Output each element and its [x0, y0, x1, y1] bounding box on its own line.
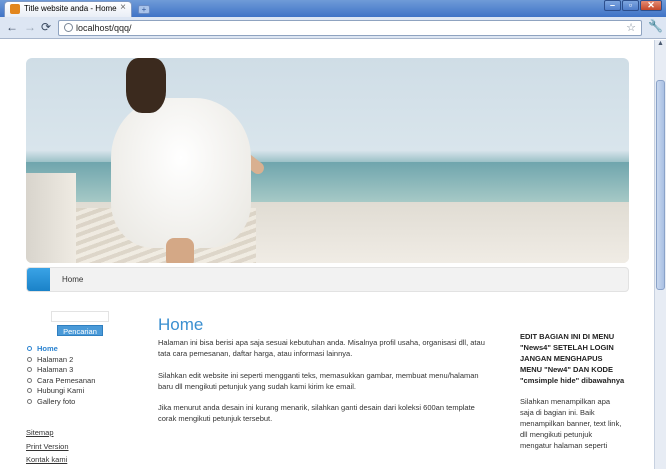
bullet-icon	[27, 356, 32, 362]
search-button[interactable]: Pencarian	[57, 325, 103, 336]
forward-arrow-icon[interactable]: →	[24, 20, 36, 34]
reload-icon[interactable]: ⟳	[41, 20, 51, 34]
content-paragraph: Silahkan edit website ini seperti mengga…	[158, 370, 479, 391]
bullet-icon	[27, 367, 32, 372]
browser-toolbar: ← → ⟳ localhost/qqq/ ☆	[0, 17, 666, 39]
page-title: Home	[158, 315, 204, 334]
breadcrumb: Home	[26, 267, 629, 292]
breadcrumb-home[interactable]: Home	[62, 275, 83, 284]
sidebar-item-label: Home	[37, 344, 58, 353]
main-content: Home Halaman ini bisa berisi apa saja se…	[158, 315, 488, 435]
sidebar-item-cara-pemesanan[interactable]: Cara Pemesanan	[26, 376, 95, 387]
search-input[interactable]	[51, 311, 109, 322]
banner-hair	[126, 58, 166, 113]
kontak-kami-link[interactable]: Kontak kami	[26, 455, 69, 469]
maximize-button[interactable]: ▫	[622, 0, 639, 11]
sidebar-menu: Home Halaman 2 Halaman 3 Cara Pemesanan …	[26, 344, 95, 407]
page-viewport: Home Pencarian Home Halaman 2 Halaman 3 …	[0, 40, 654, 469]
tab-close-icon[interactable]: ×	[120, 2, 126, 13]
sidebar-item-label: Halaman 3	[37, 365, 74, 374]
print-version-link[interactable]: Print Version	[26, 442, 69, 456]
banner-dress	[111, 98, 251, 248]
browser-tab[interactable]: Title website anda - Home ×	[4, 1, 132, 17]
favicon-icon	[10, 4, 20, 14]
breadcrumb-accent	[27, 268, 50, 291]
scrollbar-thumb[interactable]	[656, 80, 665, 290]
sidebar-item-home[interactable]: Home	[26, 344, 95, 355]
banner-wall	[26, 173, 76, 263]
bullet-icon	[27, 398, 32, 404]
scroll-up-icon[interactable]: ▲	[656, 40, 665, 50]
bookmark-star-icon[interactable]: ☆	[626, 21, 636, 34]
wrench-icon[interactable]: 🔧	[648, 19, 663, 33]
content-paragraph: Halaman ini bisa berisi apa saja sesuai …	[158, 338, 485, 358]
bullet-icon	[27, 346, 32, 351]
right-text: Silahkan menampilkan apa saja di bagian …	[520, 397, 622, 450]
sidebar-item-label: Halaman 2	[37, 354, 74, 364]
sidebar-item-hubungi-kami[interactable]: Hubungi Kami	[26, 386, 95, 397]
globe-icon	[64, 23, 73, 32]
right-column: EDIT BAGIAN INI DI MENU "News4" SETELAH …	[520, 331, 625, 451]
sidebar-item-label: Hubungi Kami	[37, 386, 85, 395]
header-banner-image	[26, 58, 629, 263]
sidebar-item-label: Cara Pemesanan	[37, 375, 96, 385]
new-tab-button[interactable]: +	[138, 5, 150, 14]
edit-notice: EDIT BAGIAN INI DI MENU "News4" SETELAH …	[520, 332, 625, 385]
banner-leg	[166, 238, 194, 263]
sidebar-item-halaman-2[interactable]: Halaman 2	[26, 355, 95, 366]
address-bar[interactable]: localhost/qqq/ ☆	[58, 20, 642, 36]
minimize-button[interactable]: –	[604, 0, 621, 11]
address-url[interactable]: localhost/qqq/	[76, 23, 132, 33]
sidebar-item-gallery-foto[interactable]: Gallery foto	[26, 397, 95, 408]
browser-window: Title website anda - Home × + – ▫ ✕ ← → …	[0, 0, 666, 469]
sidebar-item-halaman-3[interactable]: Halaman 3	[26, 365, 95, 376]
sitemap-link[interactable]: Sitemap	[26, 428, 69, 442]
tab-title: Title website anda - Home	[24, 4, 117, 13]
title-bar: Title website anda - Home × + – ▫ ✕	[0, 0, 666, 17]
bullet-icon	[27, 388, 32, 393]
vertical-scrollbar[interactable]: ▲	[654, 40, 666, 469]
content-paragraph: Jika menurut anda desain ini kurang mena…	[158, 403, 475, 423]
sidebar-links: Sitemap Print Version Kontak kami	[26, 428, 69, 469]
back-arrow-icon[interactable]: ←	[6, 20, 18, 34]
close-window-button[interactable]: ✕	[640, 0, 662, 11]
sidebar-item-label: Gallery foto	[37, 396, 76, 406]
bullet-icon	[27, 377, 32, 383]
